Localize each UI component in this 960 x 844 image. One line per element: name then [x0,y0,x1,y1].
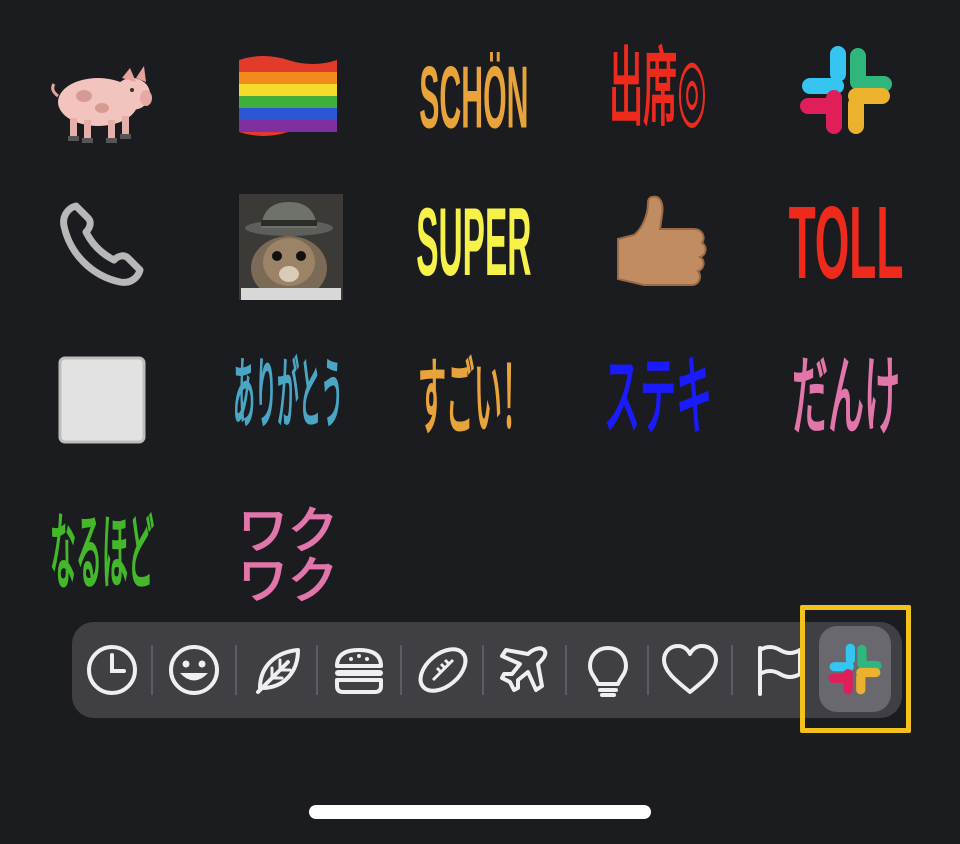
symbols-icon [662,644,718,694]
category-tab-activity[interactable] [407,622,479,718]
category-tab-food[interactable] [323,622,395,718]
emoji-thumbs-up[interactable] [598,184,718,304]
emoji-suteki[interactable]: ステキ [598,340,718,460]
category-tab-smileys[interactable] [158,622,230,718]
phone-icon [60,202,144,286]
emoji-naruhodo[interactable]: なるほど [42,496,162,616]
home-indicator[interactable] [309,805,651,819]
category-separator [235,645,237,695]
emoji-arigatou[interactable]: ありがとう [228,340,348,460]
emoji-schon[interactable]: SCHÖN [414,38,534,158]
selected-category-highlight [800,605,911,733]
emoji-sugoi[interactable]: すごい！ [414,340,534,460]
emoji-toll-text: TOLL [788,187,904,301]
emoji-rainbow-flag[interactable] [228,28,348,148]
recent-icon [87,645,137,695]
emoji-dannke-text: だんけ [791,349,900,448]
emoji-waku-line1: ワク [238,502,338,560]
emoji-white-square[interactable] [42,340,162,460]
emoji-squirrel-hat[interactable] [228,184,348,304]
activity-icon [418,647,468,693]
category-separator [482,645,484,695]
category-separator [647,645,649,695]
category-separator [151,645,153,695]
emoji-shusseki[interactable]: 出席◎ [598,30,718,150]
category-tab-travel[interactable] [488,622,560,718]
smileys-icon [169,645,219,695]
emoji-super[interactable]: SUPER [414,184,534,304]
squirrel-hat-icon [239,194,343,300]
category-separator [316,645,318,695]
emoji-toll[interactable]: TOLL [786,184,906,304]
travel-icon [500,646,548,692]
flags-icon [758,645,802,696]
category-tab-objects[interactable] [572,622,644,718]
emoji-super-text: SUPER [416,189,532,297]
white-square-icon [58,356,146,444]
emoji-arigatou-text: ありがとう [232,354,343,442]
emoji-suteki-text: ステキ [603,349,712,448]
emoji-dannke[interactable]: だんけ [786,340,906,460]
emoji-pig[interactable] [42,38,162,158]
category-tab-recent[interactable] [76,622,148,718]
emoji-slack[interactable] [786,30,906,150]
emoji-waku-waku[interactable]: ワク ワク [228,496,348,616]
category-tab-symbols[interactable] [654,622,726,718]
emoji-schon-text: SCHÖN [419,47,529,147]
emoji-naruhodo-text: なるほど [49,508,154,604]
emoji-waku-line2: ワク [238,552,338,610]
emoji-waku-waku-stack: ワク ワク [238,506,338,606]
pig-icon [51,66,152,143]
category-separator [400,645,402,695]
rainbow-flag-icon [239,56,337,136]
category-separator [731,645,733,695]
food-icon [335,648,383,694]
emoji-sugoi-text: すごい！ [417,349,530,448]
objects-icon [588,646,628,697]
category-separator [565,645,567,695]
emoji-phone[interactable] [42,184,162,304]
category-tab-nature[interactable] [242,622,314,718]
thumbs-up-icon [617,195,707,286]
custom-emoji-grid: SCHÖN 出席◎ SUPER TOLL ありがとう すごい！ ステキ だんけ … [0,0,960,620]
slack-logo-icon [800,46,892,134]
nature-icon [256,648,300,694]
emoji-shusseki-text: 出席◎ [609,40,707,140]
